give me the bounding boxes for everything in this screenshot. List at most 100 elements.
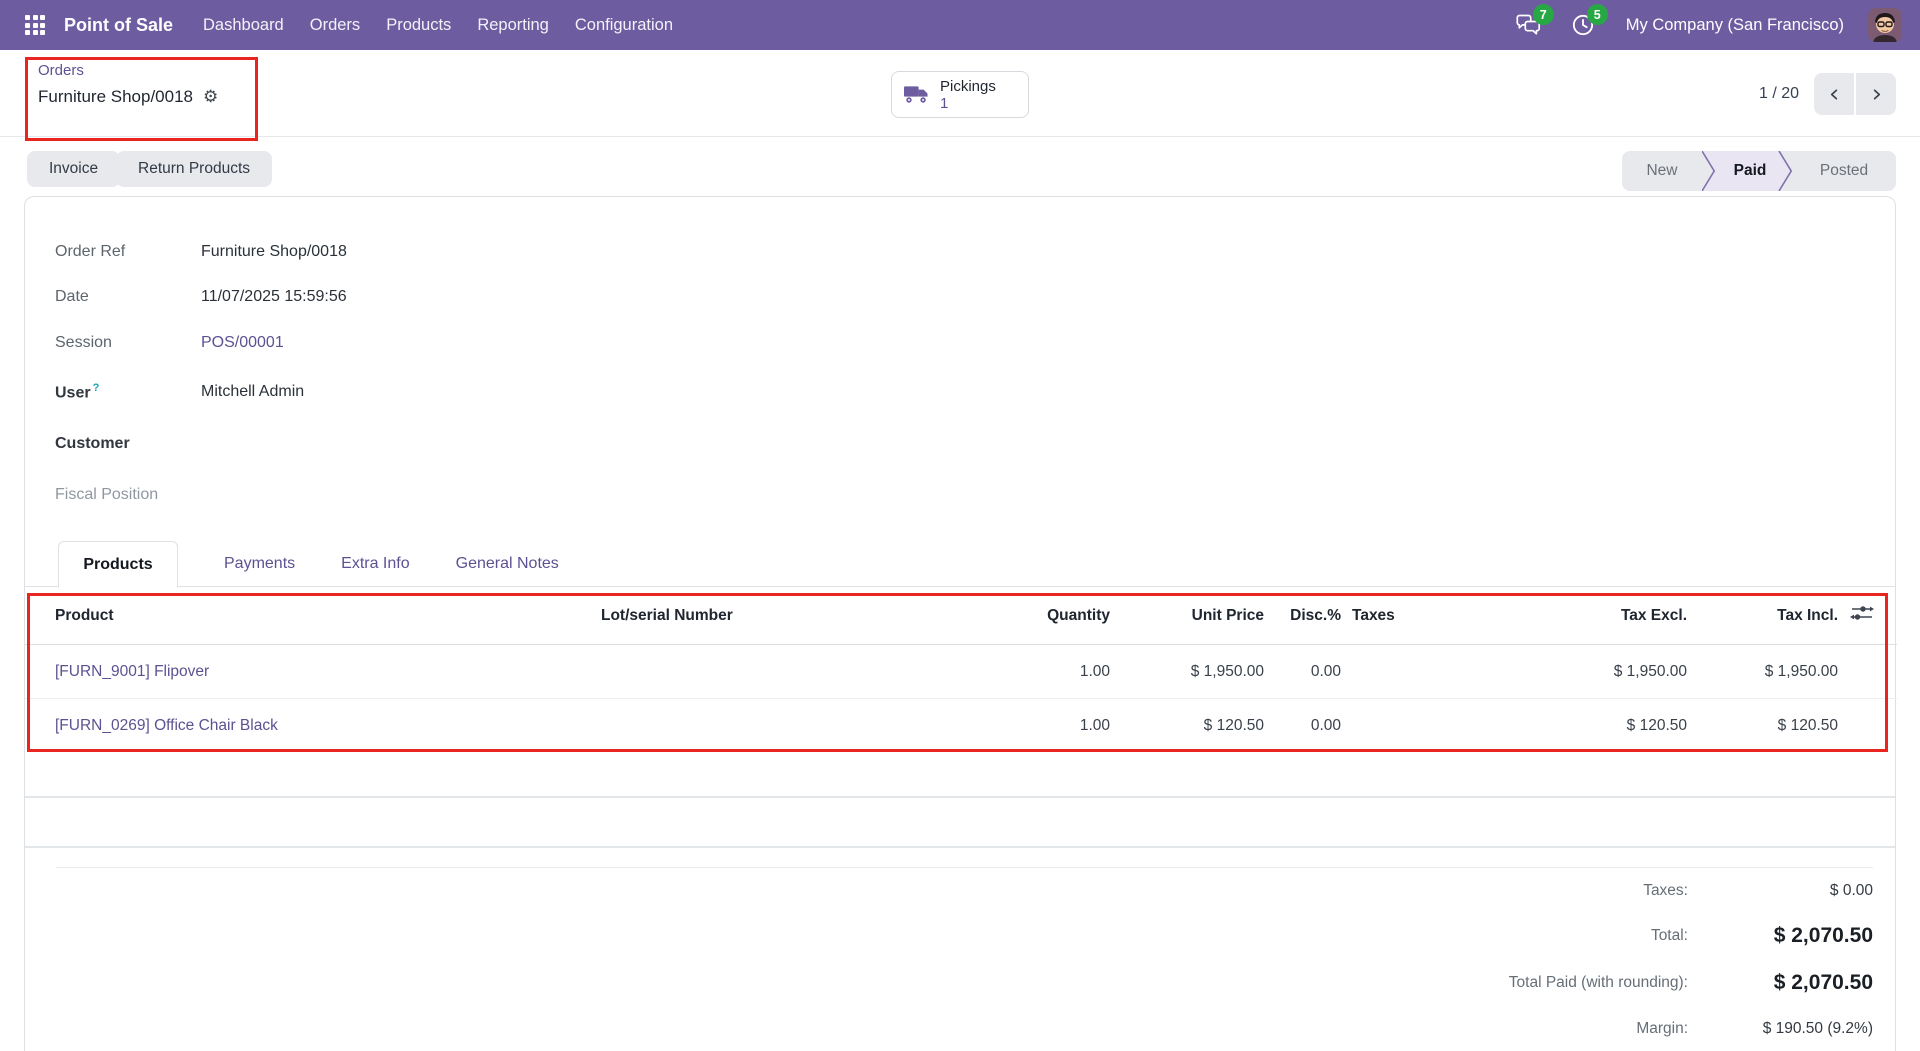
col-header-product[interactable]: Product bbox=[25, 607, 601, 625]
main-navbar: Point of Sale Dashboard Orders Products … bbox=[0, 0, 1920, 50]
company-switcher[interactable]: My Company (San Francisco) bbox=[1626, 16, 1844, 35]
col-header-tax-excl[interactable]: Tax Excl. bbox=[1525, 607, 1687, 625]
messages-button[interactable]: 7 bbox=[1514, 10, 1544, 40]
totals-margin-value: $ 190.50 (9.2%) bbox=[1688, 1020, 1873, 1038]
help-question-icon: ? bbox=[93, 382, 100, 394]
field-fiscal-position-label: Fiscal Position bbox=[55, 486, 201, 504]
pager: 1 / 20 bbox=[1759, 73, 1896, 115]
messages-badge: 7 bbox=[1533, 4, 1554, 25]
navbar-right: 7 5 My Company (San Francisco) bbox=[1514, 8, 1902, 42]
totals-taxes-value: $ 0.00 bbox=[1688, 882, 1873, 900]
cell-unit-price: $ 120.50 bbox=[1110, 717, 1264, 735]
return-products-button[interactable]: Return Products bbox=[116, 151, 272, 187]
cell-tax-incl: $ 1,950.00 bbox=[1687, 663, 1838, 681]
totals-total-label: Total: bbox=[1651, 927, 1688, 945]
menu-configuration[interactable]: Configuration bbox=[575, 16, 673, 35]
field-date: Date 11/07/2025 15:59:56 bbox=[55, 284, 347, 310]
field-session: Session POS/00001 bbox=[55, 330, 284, 356]
product-link[interactable]: [FURN_0269] Office Chair Black bbox=[55, 717, 278, 734]
status-step-posted[interactable]: Posted bbox=[1792, 151, 1896, 191]
menu-orders[interactable]: Orders bbox=[310, 16, 360, 35]
field-date-value: 11/07/2025 15:59:56 bbox=[201, 288, 347, 306]
totals-taxes-row: Taxes: $ 0.00 bbox=[1153, 868, 1873, 913]
table-row[interactable]: [FURN_9001] Flipover 1.00 $ 1,950.00 0.0… bbox=[25, 645, 1897, 699]
col-header-discount[interactable]: Disc.% bbox=[1264, 607, 1341, 625]
activities-button[interactable]: 5 bbox=[1568, 10, 1598, 40]
products-table: Product Lot/serial Number Quantity Unit … bbox=[25, 587, 1897, 753]
gear-icon[interactable]: ⚙ bbox=[203, 88, 218, 105]
control-panel: Orders Furniture Shop/0018 ⚙ Pickings 1 … bbox=[0, 50, 1920, 137]
col-header-taxes[interactable]: Taxes bbox=[1341, 607, 1525, 625]
optional-columns-sliders-icon[interactable] bbox=[1849, 603, 1875, 623]
status-step-paid-label: Paid bbox=[1728, 162, 1767, 180]
user-avatar-image bbox=[1868, 8, 1902, 42]
col-header-tax-incl[interactable]: Tax Incl. bbox=[1687, 607, 1838, 625]
field-user-value: Mitchell Admin bbox=[201, 383, 304, 401]
apps-menu-button[interactable] bbox=[18, 8, 52, 42]
page-title: Furniture Shop/0018 bbox=[38, 85, 193, 108]
totals-margin-row: Margin: $ 190.50 (9.2%) bbox=[1153, 1006, 1873, 1051]
pos-order-form-screen: Point of Sale Dashboard Orders Products … bbox=[0, 0, 1920, 1051]
section-divider bbox=[25, 796, 1895, 798]
activities-badge: 5 bbox=[1587, 4, 1608, 25]
totals-paid-value: $ 2,070.50 bbox=[1688, 971, 1873, 995]
cell-tax-excl: $ 1,950.00 bbox=[1525, 663, 1687, 681]
field-order-ref: Order Ref Furniture Shop/0018 bbox=[55, 239, 347, 265]
status-step-paid[interactable]: Paid bbox=[1702, 151, 1792, 191]
totals-paid-label: Total Paid (with rounding): bbox=[1509, 974, 1688, 992]
cell-discount: 0.00 bbox=[1264, 717, 1341, 735]
section-divider bbox=[25, 846, 1895, 848]
cell-unit-price: $ 1,950.00 bbox=[1110, 663, 1264, 681]
menu-reporting[interactable]: Reporting bbox=[477, 16, 549, 35]
products-table-header: Product Lot/serial Number Quantity Unit … bbox=[25, 587, 1897, 645]
field-session-label: Session bbox=[55, 334, 201, 352]
field-user-label: User? bbox=[55, 382, 201, 402]
col-header-lot[interactable]: Lot/serial Number bbox=[601, 607, 901, 625]
app-name-menu[interactable]: Point of Sale bbox=[64, 15, 173, 36]
status-step-new[interactable]: New bbox=[1622, 151, 1702, 191]
totals-taxes-label: Taxes: bbox=[1643, 882, 1688, 900]
status-bar: New Paid Posted bbox=[1622, 151, 1896, 191]
field-fiscal-position: Fiscal Position bbox=[55, 482, 201, 508]
totals-paid-row: Total Paid (with rounding): $ 2,070.50 bbox=[1153, 959, 1873, 1006]
menu-dashboard[interactable]: Dashboard bbox=[203, 16, 284, 35]
field-date-label: Date bbox=[55, 288, 201, 306]
table-row[interactable]: [FURN_0269] Office Chair Black 1.00 $ 12… bbox=[25, 699, 1897, 753]
apps-grid-icon bbox=[25, 15, 45, 35]
field-order-ref-value: Furniture Shop/0018 bbox=[201, 243, 347, 261]
form-sheet: Order Ref Furniture Shop/0018 Date 11/07… bbox=[24, 196, 1896, 1051]
action-row: Invoice Return Products New Paid Posted bbox=[0, 151, 1920, 193]
breadcrumb-orders-link[interactable]: Orders bbox=[38, 61, 84, 81]
pager-previous-button[interactable] bbox=[1814, 73, 1854, 115]
cell-quantity: 1.00 bbox=[901, 663, 1110, 681]
field-customer: Customer bbox=[55, 431, 201, 457]
pickings-label: Pickings bbox=[940, 78, 996, 95]
invoice-button[interactable]: Invoice bbox=[27, 151, 120, 187]
product-link[interactable]: [FURN_9001] Flipover bbox=[55, 663, 209, 680]
totals-footer: Taxes: $ 0.00 Total: $ 2,070.50 Total Pa… bbox=[1153, 868, 1873, 1051]
cell-discount: 0.00 bbox=[1264, 663, 1341, 681]
pager-counter: 1 / 20 bbox=[1759, 85, 1799, 103]
avatar[interactable] bbox=[1868, 8, 1902, 42]
tab-payments[interactable]: Payments bbox=[224, 541, 295, 586]
tab-products[interactable]: Products bbox=[58, 541, 178, 588]
field-session-value[interactable]: POS/00001 bbox=[201, 334, 284, 352]
notebook-tabs: Products Payments Extra Info General Not… bbox=[25, 541, 1895, 587]
col-header-unit-price[interactable]: Unit Price bbox=[1110, 607, 1264, 625]
totals-total-value: $ 2,070.50 bbox=[1688, 924, 1873, 948]
pager-next-button[interactable] bbox=[1856, 73, 1896, 115]
pickings-count: 1 bbox=[940, 95, 996, 112]
col-header-quantity[interactable]: Quantity bbox=[901, 607, 1110, 625]
cell-tax-excl: $ 120.50 bbox=[1525, 717, 1687, 735]
field-order-ref-label: Order Ref bbox=[55, 243, 201, 261]
navbar-left: Point of Sale Dashboard Orders Products … bbox=[18, 8, 673, 42]
cell-tax-incl: $ 120.50 bbox=[1687, 717, 1838, 735]
breadcrumb: Orders Furniture Shop/0018 ⚙ bbox=[38, 61, 218, 108]
menu-products[interactable]: Products bbox=[386, 16, 451, 35]
tab-general-notes[interactable]: General Notes bbox=[456, 541, 559, 586]
tab-extra-info[interactable]: Extra Info bbox=[341, 541, 409, 586]
field-user: User? Mitchell Admin bbox=[55, 379, 304, 405]
truck-icon bbox=[904, 85, 930, 105]
pickings-smart-button[interactable]: Pickings 1 bbox=[891, 71, 1029, 118]
cell-quantity: 1.00 bbox=[901, 717, 1110, 735]
